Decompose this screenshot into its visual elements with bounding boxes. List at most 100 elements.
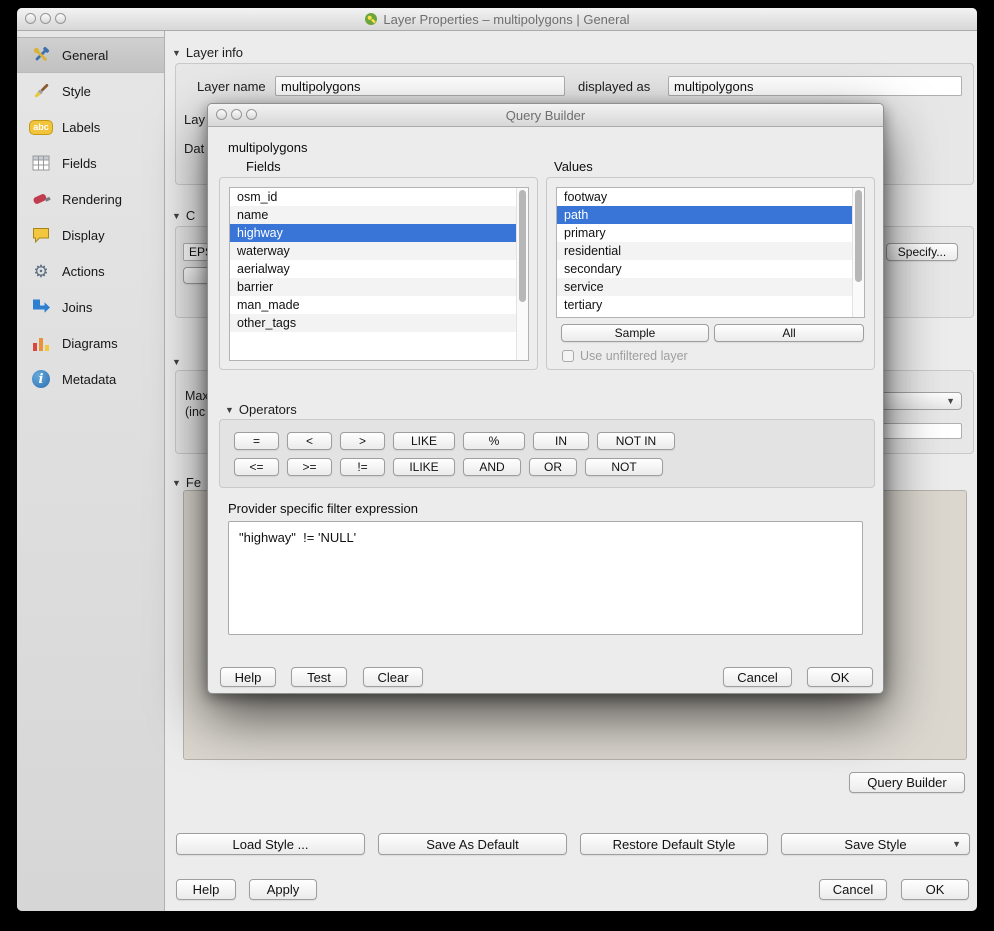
crs-section-header[interactable]: ▼ C bbox=[172, 208, 195, 223]
minimize-button[interactable] bbox=[40, 13, 51, 24]
value-list-item[interactable]: secondary bbox=[557, 260, 852, 278]
sample-button[interactable]: Sample bbox=[561, 324, 709, 342]
operator-not-in-button[interactable]: NOT IN bbox=[597, 432, 675, 450]
query-builder-button[interactable]: Query Builder bbox=[849, 772, 965, 793]
features-section-header[interactable]: ▼ Fe bbox=[172, 475, 201, 490]
operator-gt-button[interactable]: > bbox=[340, 432, 385, 450]
sidebar-item-rendering[interactable]: Rendering bbox=[17, 181, 164, 217]
value-list-item[interactable]: tertiary bbox=[557, 296, 852, 314]
chevron-down-icon: ▼ bbox=[172, 211, 181, 221]
chevron-down-icon: ▼ bbox=[172, 478, 181, 488]
sidebar-item-label: Metadata bbox=[62, 372, 116, 387]
specify-crs-button[interactable]: Specify... bbox=[886, 243, 958, 261]
operator-ilike-button[interactable]: ILIKE bbox=[393, 458, 455, 476]
sidebar-item-actions[interactable]: ⚙ Actions bbox=[17, 253, 164, 289]
field-list-item[interactable]: highway bbox=[230, 224, 516, 242]
filter-expression-textarea[interactable]: "highway" != 'NULL' bbox=[228, 521, 863, 635]
chevron-down-icon: ▼ bbox=[952, 839, 961, 849]
close-button[interactable] bbox=[216, 109, 227, 120]
sidebar-item-diagrams[interactable]: Diagrams bbox=[17, 325, 164, 361]
sidebar-item-metadata[interactable]: i Metadata bbox=[17, 361, 164, 397]
minimize-button[interactable] bbox=[231, 109, 242, 120]
help-button[interactable]: Help bbox=[176, 879, 236, 900]
use-unfiltered-checkbox[interactable] bbox=[562, 350, 574, 362]
field-list-item[interactable]: barrier bbox=[230, 278, 516, 296]
restore-default-style-button[interactable]: Restore Default Style bbox=[580, 833, 768, 855]
operator-not-button[interactable]: NOT bbox=[585, 458, 663, 476]
layer-name-input[interactable] bbox=[275, 76, 565, 96]
zoom-button[interactable] bbox=[246, 109, 257, 120]
scale-section-header[interactable]: ▼ bbox=[172, 357, 181, 367]
scrollbar-thumb[interactable] bbox=[855, 190, 862, 282]
displayed-as-label: displayed as bbox=[578, 79, 650, 94]
window-title-text: Layer Properties – multipolygons | Gener… bbox=[383, 12, 629, 27]
paint-roller-icon bbox=[30, 188, 52, 210]
load-style-button[interactable]: Load Style ... bbox=[176, 833, 365, 855]
dialog-title: Query Builder bbox=[506, 108, 585, 123]
save-as-default-button[interactable]: Save As Default bbox=[378, 833, 567, 855]
info-icon: i bbox=[32, 370, 50, 388]
values-list: footway path primary residential seconda… bbox=[556, 187, 865, 318]
close-button[interactable] bbox=[25, 13, 36, 24]
value-list-item[interactable]: primary bbox=[557, 224, 852, 242]
operator-percent-button[interactable]: % bbox=[463, 432, 525, 450]
zoom-button[interactable] bbox=[55, 13, 66, 24]
operator-gte-button[interactable]: >= bbox=[287, 458, 332, 476]
value-list-item[interactable]: residential bbox=[557, 242, 852, 260]
dialog-cancel-button[interactable]: Cancel bbox=[723, 667, 792, 687]
table-icon bbox=[30, 152, 52, 174]
sidebar-item-general[interactable]: General bbox=[17, 37, 164, 73]
value-list-item[interactable]: footway bbox=[557, 188, 852, 206]
fields-group-label: Fields bbox=[246, 159, 281, 174]
all-button[interactable]: All bbox=[714, 324, 864, 342]
field-list-item[interactable]: aerialway bbox=[230, 260, 516, 278]
dialog-help-button[interactable]: Help bbox=[220, 667, 276, 687]
operators-section-header[interactable]: ▼ Operators bbox=[225, 402, 297, 417]
clear-button[interactable]: Clear bbox=[363, 667, 423, 687]
apply-button[interactable]: Apply bbox=[249, 879, 317, 900]
layer-info-section-header[interactable]: ▼ Layer info bbox=[172, 45, 243, 60]
field-list-item[interactable]: other_tags bbox=[230, 314, 516, 332]
dialog-traffic-lights bbox=[216, 109, 257, 120]
operator-in-button[interactable]: IN bbox=[533, 432, 589, 450]
field-list-item[interactable]: name bbox=[230, 206, 516, 224]
sidebar-item-labels[interactable]: abc Labels bbox=[17, 109, 164, 145]
sidebar-item-joins[interactable]: Joins bbox=[17, 289, 164, 325]
cancel-button[interactable]: Cancel bbox=[819, 879, 887, 900]
values-scrollbar[interactable] bbox=[852, 188, 864, 317]
operator-and-button[interactable]: AND bbox=[463, 458, 521, 476]
dialog-ok-button[interactable]: OK bbox=[807, 667, 873, 687]
use-unfiltered-row: Use unfiltered layer bbox=[562, 349, 688, 363]
value-list-item[interactable]: service bbox=[557, 278, 852, 296]
fields-list: osm_id name highway waterway aerialway b… bbox=[229, 187, 529, 361]
sidebar-item-fields[interactable]: Fields bbox=[17, 145, 164, 181]
sidebar-item-style[interactable]: Style bbox=[17, 73, 164, 109]
operator-neq-button[interactable]: != bbox=[340, 458, 385, 476]
operator-lt-button[interactable]: < bbox=[287, 432, 332, 450]
chevron-down-icon: ▼ bbox=[946, 396, 955, 406]
values-group-label: Values bbox=[554, 159, 593, 174]
abc-label-icon: abc bbox=[29, 120, 53, 135]
displayed-as-input[interactable] bbox=[668, 76, 962, 96]
sidebar-item-label: Labels bbox=[62, 120, 100, 135]
field-list-item[interactable]: waterway bbox=[230, 242, 516, 260]
sidebar-item-label: Style bbox=[62, 84, 91, 99]
scrollbar-thumb[interactable] bbox=[519, 190, 526, 302]
operator-or-button[interactable]: OR bbox=[529, 458, 577, 476]
operator-equals-button[interactable]: = bbox=[234, 432, 279, 450]
sidebar-item-display[interactable]: Display bbox=[17, 217, 164, 253]
filter-expression-label: Provider specific filter expression bbox=[228, 501, 418, 516]
save-style-button[interactable]: Save Style ▼ bbox=[781, 833, 970, 855]
sidebar-item-label: Joins bbox=[62, 300, 92, 315]
operator-lte-button[interactable]: <= bbox=[234, 458, 279, 476]
operator-like-button[interactable]: LIKE bbox=[393, 432, 455, 450]
bar-chart-icon bbox=[30, 332, 52, 354]
desktop: { "window": { "title": "Layer Properties… bbox=[0, 0, 994, 931]
fields-scrollbar[interactable] bbox=[516, 188, 528, 360]
ok-button[interactable]: OK bbox=[901, 879, 969, 900]
field-list-item[interactable]: man_made bbox=[230, 296, 516, 314]
value-list-item[interactable]: path bbox=[557, 206, 852, 224]
test-button[interactable]: Test bbox=[291, 667, 347, 687]
field-list-item[interactable]: osm_id bbox=[230, 188, 516, 206]
sidebar-item-label: Display bbox=[62, 228, 105, 243]
